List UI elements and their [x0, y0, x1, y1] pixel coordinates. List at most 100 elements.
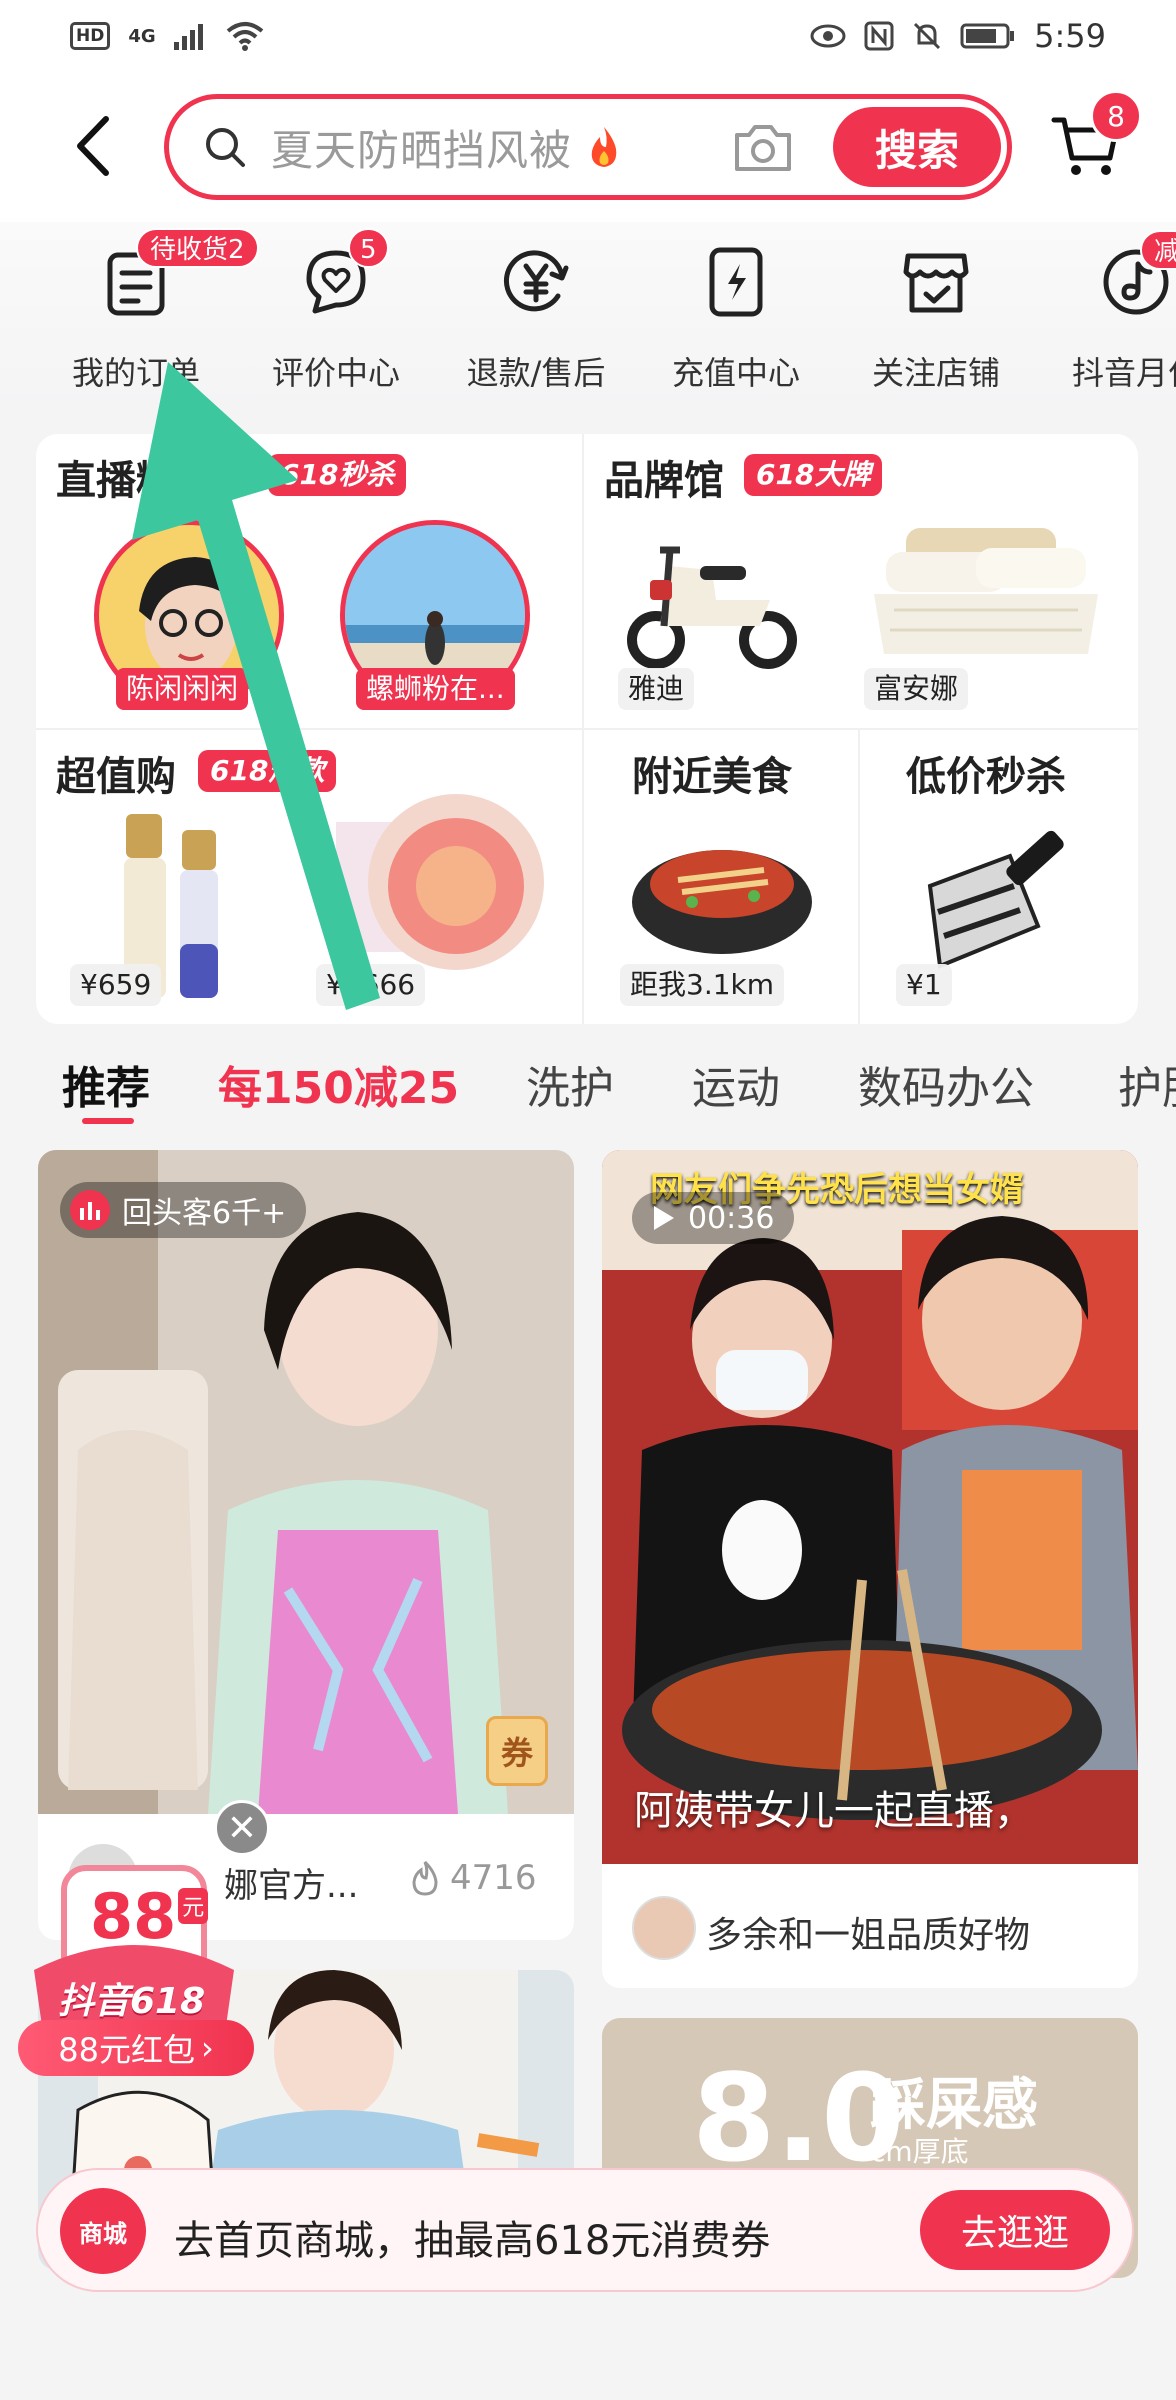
- shortcut-label: 充值中心: [671, 354, 800, 392]
- mall-icon: 商城: [60, 2188, 146, 2274]
- thickness-side: 踩屎感: [870, 2073, 1038, 2138]
- scooter-image[interactable]: [620, 530, 800, 670]
- value-title: 超值购: [56, 754, 176, 800]
- tab-discount[interactable]: 每150减25: [218, 1052, 459, 1116]
- tab-recommend[interactable]: 推荐: [62, 1052, 150, 1116]
- battery-icon: [960, 23, 1015, 49]
- back-button[interactable]: [62, 110, 122, 182]
- blush-image[interactable]: [336, 782, 546, 992]
- camera-icon: [735, 125, 791, 171]
- thickness-sub: cm厚底: [870, 2135, 969, 2168]
- refund-yen-icon: [500, 242, 572, 322]
- shortcut-label: 关注店铺: [871, 354, 1000, 392]
- red-packet-float[interactable]: 88 元 抖音618 88元红包 ›: [14, 1860, 254, 2082]
- shortcut-followed-stores[interactable]: 关注店铺: [836, 222, 1036, 412]
- clock: 5:59: [1034, 17, 1106, 55]
- tab-washcare[interactable]: 洗护: [526, 1052, 614, 1116]
- close-float-button[interactable]: ✕: [214, 1800, 270, 1856]
- feed-card[interactable]: 网友们争先恐后想当女婿 00:36 阿姨带女儿一起直播， 多余和一姐品质好物: [602, 1150, 1138, 1988]
- shortcut-label: 退款/售后: [466, 354, 606, 392]
- chevron-left-icon: [77, 116, 109, 176]
- review-count-badge: 5: [348, 228, 389, 268]
- status-bar: HD 4G 5:59: [0, 0, 1176, 72]
- food-image[interactable]: [622, 822, 822, 962]
- price-tag: ¥659: [70, 964, 162, 1006]
- network-type: 4G: [128, 25, 156, 47]
- signal-icon: [173, 24, 203, 50]
- hd-indicator: HD: [70, 22, 111, 50]
- price-tag: ¥2666: [316, 964, 426, 1006]
- coupon-icon: 券: [486, 1716, 548, 1786]
- shortcut-label: 抖音月付: [1071, 354, 1176, 392]
- shop-name: 多余和一姐品质好物: [706, 1915, 1031, 1956]
- product-image[interactable]: [38, 1150, 574, 1814]
- recharge-phone-icon: [700, 242, 772, 322]
- go-shopping-button[interactable]: 去逛逛: [920, 2190, 1110, 2270]
- popularity: 4716: [410, 1858, 537, 1898]
- wifi-icon: [226, 22, 263, 51]
- eye-icon: [810, 24, 846, 48]
- repeat-customer-text: 回头客6千+: [122, 1196, 287, 1231]
- shortcut-refund[interactable]: 退款/售后: [436, 222, 636, 412]
- close-icon: ✕: [226, 1807, 258, 1849]
- value-section[interactable]: 超值购 618爆款 ¥659 ¥2666: [36, 730, 582, 1024]
- camera-search-button[interactable]: [729, 119, 797, 175]
- discount-badge: 减: [1140, 230, 1176, 270]
- category-tabs: 推荐 每150减25 洗护 运动 数码办公 护肤: [0, 1030, 1176, 1130]
- shortcut-label: 评价中心: [271, 354, 400, 392]
- play-icon: [654, 1206, 674, 1230]
- nearby-food-section[interactable]: 附近美食 距我3.1km: [584, 730, 858, 1024]
- video-duration-pill: 00:36: [632, 1192, 795, 1244]
- live-video-image[interactable]: [602, 1150, 1138, 1864]
- shortcut-row: 待收货2 我的订单 5 评价中心 退款/售后 充值中心 关注店铺 减 抖音月付: [0, 222, 1176, 412]
- shortcut-review-center[interactable]: 5 评价中心: [236, 222, 436, 412]
- search-button[interactable]: 搜索: [833, 107, 1001, 187]
- shortcut-recharge[interactable]: 充值中心: [636, 222, 836, 412]
- tab-sports[interactable]: 运动: [692, 1052, 780, 1116]
- flash-sale-section[interactable]: 低价秒杀 ¥1: [860, 730, 1138, 1024]
- flash-title: 低价秒杀: [906, 754, 1066, 800]
- feed-card[interactable]: 回头客6千+ 券 娜官方... 4716: [38, 1150, 574, 1940]
- store-icon: [900, 242, 972, 322]
- cleaver-image[interactable]: [920, 816, 1090, 976]
- distance-tag: 距我3.1km: [620, 964, 785, 1006]
- flame-icon: [586, 125, 622, 169]
- tab-digital-office[interactable]: 数码办公: [858, 1052, 1034, 1116]
- red-packet-brand: 抖音618: [58, 1981, 206, 2022]
- chevron-right-icon: ›: [200, 2029, 214, 2067]
- amount-unit: 元: [178, 1888, 209, 1924]
- price-tag: ¥1: [896, 964, 952, 1006]
- top-bar: 夏天防晒挡风被 搜索 8: [0, 72, 1176, 222]
- brand-section[interactable]: 品牌馆 618大牌 雅迪 富安娜: [584, 434, 1138, 728]
- live-tag: 618秒杀: [268, 454, 407, 496]
- amount-text: 88: [90, 1880, 177, 1953]
- video-caption: 阿姨带女儿一起直播，: [634, 1788, 1034, 1834]
- shortcut-label: 我的订单: [71, 354, 200, 392]
- live-title: 直播精选: [56, 458, 216, 504]
- search-placeholder[interactable]: 夏天防晒挡风被: [271, 117, 572, 178]
- shortcut-monthly-pay[interactable]: 减 抖音月付: [1036, 222, 1176, 412]
- promo-panel: 直播精选 618秒杀 陈闲闲闲 螺蛳粉在... 品牌馆 618大牌 雅迪 富安娜…: [36, 434, 1138, 1024]
- banner-text: 去首页商城，抽最高618元消费券: [174, 2218, 771, 2264]
- shop-avatar: [632, 1896, 696, 1960]
- bedding-image[interactable]: [866, 514, 1106, 664]
- red-packet-button[interactable]: 88元红包 ›: [18, 2020, 254, 2076]
- search-box[interactable]: 夏天防晒挡风被 搜索: [164, 94, 1012, 200]
- video-duration: 00:36: [688, 1200, 775, 1236]
- streamer-name: 螺蛳粉在...: [356, 668, 515, 710]
- tab-skincare[interactable]: 护肤: [1118, 1052, 1176, 1116]
- mall-badge-text: 商城: [79, 2219, 127, 2248]
- mall-banner[interactable]: 商城 去首页商城，抽最高618元消费券 去逛逛: [36, 2168, 1134, 2292]
- streamer-name: 陈闲闲闲: [116, 668, 249, 710]
- popularity-count: 4716: [450, 1858, 537, 1898]
- red-packet-button-label: 88元红包: [58, 2031, 195, 2069]
- coupon-text: 券: [500, 1734, 533, 1772]
- red-packet-amount: 88 元: [90, 1880, 209, 1953]
- shortcut-my-orders[interactable]: 待收货2 我的订单: [36, 222, 259, 412]
- live-section[interactable]: 直播精选 618秒杀 陈闲闲闲 螺蛳粉在...: [36, 434, 582, 728]
- mute-bell-icon: [914, 22, 941, 50]
- repeat-customer-pill: 回头客6千+: [60, 1182, 307, 1238]
- active-tab-indicator: [82, 1118, 134, 1124]
- chart-icon: [70, 1190, 110, 1230]
- flame-outline-icon: [412, 1860, 438, 1896]
